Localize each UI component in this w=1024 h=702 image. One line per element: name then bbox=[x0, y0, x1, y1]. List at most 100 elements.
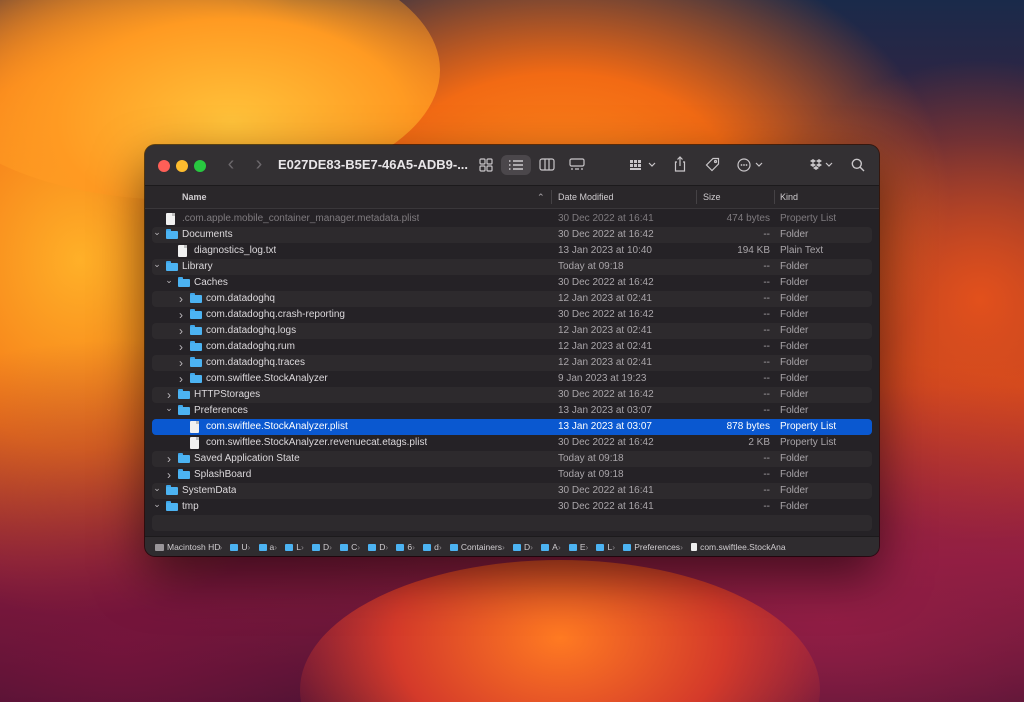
chevron-right-icon[interactable]: › bbox=[176, 339, 186, 355]
path-crumb[interactable]: C bbox=[340, 537, 357, 556]
close-window-button[interactable] bbox=[158, 160, 170, 172]
path-crumb[interactable]: D bbox=[312, 537, 329, 556]
path-crumb[interactable]: D bbox=[368, 537, 385, 556]
file-name: com.swiftlee.StockAnalyzer.revenuecat.et… bbox=[206, 435, 427, 451]
size-column-header[interactable]: Size bbox=[703, 186, 721, 208]
file-row[interactable]: diagnostics_log.txt13 Jan 2023 at 10:401… bbox=[152, 243, 872, 259]
kind-column-header[interactable]: Kind bbox=[780, 186, 798, 208]
path-crumb[interactable]: L bbox=[596, 537, 612, 556]
file-kind: Folder bbox=[780, 323, 808, 339]
file-kind: Folder bbox=[780, 467, 808, 483]
file-kind: Folder bbox=[780, 339, 808, 355]
folder-row[interactable]: ›com.swiftlee.StockAnalyzer9 Jan 2023 at… bbox=[152, 371, 872, 387]
chevron-right-icon[interactable]: › bbox=[164, 467, 174, 483]
file-size: -- bbox=[707, 499, 770, 515]
chevron-right-icon[interactable]: › bbox=[176, 307, 186, 323]
path-separator-icon: › bbox=[248, 537, 251, 556]
folder-icon bbox=[190, 373, 202, 383]
date-modified: 30 Dec 2022 at 16:41 bbox=[558, 483, 654, 499]
date-modified-column-header[interactable]: Date Modified bbox=[558, 186, 614, 208]
folder-row[interactable]: ›com.datadoghq.crash-reporting30 Dec 202… bbox=[152, 307, 872, 323]
path-crumb[interactable]: L bbox=[285, 537, 301, 556]
path-crumb[interactable]: Containers bbox=[450, 537, 502, 556]
file-size: -- bbox=[707, 467, 770, 483]
path-crumb[interactable]: Macintosh HD bbox=[155, 537, 220, 556]
chevron-left-icon[interactable]: ‹ bbox=[223, 154, 239, 174]
sort-chevron-icon[interactable]: ⌃ bbox=[537, 186, 545, 208]
folder-icon bbox=[312, 544, 320, 551]
name-column-header[interactable]: Name bbox=[182, 186, 207, 208]
grid-view-icon[interactable] bbox=[475, 155, 497, 175]
path-crumb[interactable]: D bbox=[513, 537, 530, 556]
chevron-down-icon[interactable]: ⌄ bbox=[152, 496, 162, 512]
folder-row[interactable]: ⌄Caches30 Dec 2022 at 16:42--Folder bbox=[152, 275, 872, 291]
path-crumb-label: Preferences bbox=[634, 542, 680, 552]
date-modified: Today at 09:18 bbox=[558, 451, 624, 467]
folder-row[interactable]: ⌄Documents30 Dec 2022 at 16:42--Folder bbox=[152, 227, 872, 243]
path-separator-icon: › bbox=[439, 537, 442, 556]
path-crumb[interactable]: d bbox=[423, 537, 439, 556]
folder-row[interactable]: ›HTTPStorages30 Dec 2022 at 16:42--Folde… bbox=[152, 387, 872, 403]
path-crumb[interactable]: A bbox=[541, 537, 558, 556]
path-crumb[interactable]: a bbox=[259, 537, 275, 556]
folder-icon bbox=[178, 389, 190, 399]
chevron-right-icon[interactable]: › bbox=[176, 323, 186, 339]
chevron-right-icon[interactable]: › bbox=[164, 451, 174, 467]
folder-row[interactable]: ⌄SystemData30 Dec 2022 at 16:41--Folder bbox=[152, 483, 872, 499]
path-crumb[interactable]: com.swiftlee.StockAna bbox=[691, 537, 786, 556]
folder-row[interactable]: ›com.datadoghq.logs12 Jan 2023 at 02:41-… bbox=[152, 323, 872, 339]
folder-icon bbox=[190, 325, 202, 335]
folder-row[interactable]: ⌄LibraryToday at 09:18--Folder bbox=[152, 259, 872, 275]
dropbox-icon[interactable] bbox=[806, 155, 836, 175]
chevron-right-icon[interactable]: › bbox=[176, 291, 186, 307]
window-title: E027DE83-B5E7-46A5-ADB9-... bbox=[278, 156, 468, 174]
chevron-down-icon[interactable]: ⌄ bbox=[152, 480, 162, 496]
chevron-right-icon[interactable]: › bbox=[176, 355, 186, 371]
folder-icon bbox=[178, 469, 190, 479]
path-crumb[interactable]: Preferences bbox=[623, 537, 680, 556]
date-modified: 30 Dec 2022 at 16:41 bbox=[558, 499, 654, 515]
file-name: com.swiftlee.StockAnalyzer bbox=[206, 371, 328, 387]
folder-row[interactable]: ›com.datadoghq.traces12 Jan 2023 at 02:4… bbox=[152, 355, 872, 371]
file-row[interactable]: com.swiftlee.StockAnalyzer.revenuecat.et… bbox=[152, 435, 872, 451]
folder-row[interactable]: ›com.datadoghq.rum12 Jan 2023 at 02:41--… bbox=[152, 339, 872, 355]
file-row[interactable]: .com.apple.mobile_container_manager.meta… bbox=[152, 211, 872, 227]
folder-icon bbox=[396, 544, 404, 551]
date-modified: 12 Jan 2023 at 02:41 bbox=[558, 339, 652, 355]
file-row[interactable]: com.swiftlee.StockAnalyzer.plist13 Jan 2… bbox=[152, 419, 872, 435]
folder-row[interactable]: ›Saved Application StateToday at 09:18--… bbox=[152, 451, 872, 467]
file-kind: Folder bbox=[780, 307, 808, 323]
column-view-icon[interactable] bbox=[536, 155, 558, 175]
path-crumb[interactable]: U bbox=[230, 537, 247, 556]
chevron-right-icon[interactable]: › bbox=[176, 371, 186, 387]
file-size: -- bbox=[707, 339, 770, 355]
chevron-down-icon[interactable]: ⌄ bbox=[152, 256, 162, 272]
group-icon[interactable] bbox=[627, 155, 659, 175]
more-icon[interactable] bbox=[735, 155, 767, 175]
zoom-window-button[interactable] bbox=[194, 160, 206, 172]
chevron-down-icon[interactable]: ⌄ bbox=[164, 400, 174, 416]
folder-row[interactable]: ⌄tmp30 Dec 2022 at 16:41--Folder bbox=[152, 499, 872, 515]
file-kind: Folder bbox=[780, 355, 808, 371]
share-icon[interactable] bbox=[671, 155, 689, 175]
path-separator-icon: › bbox=[385, 537, 388, 556]
folder-icon bbox=[190, 341, 202, 351]
folder-icon bbox=[285, 544, 293, 551]
file-size: -- bbox=[707, 387, 770, 403]
folder-row[interactable]: ⌄Preferences13 Jan 2023 at 03:07--Folder bbox=[152, 403, 872, 419]
tag-icon[interactable] bbox=[702, 155, 722, 175]
folder-row[interactable]: ›SplashBoardToday at 09:18--Folder bbox=[152, 467, 872, 483]
chevron-down-icon[interactable]: ⌄ bbox=[164, 272, 174, 288]
list-view-icon[interactable] bbox=[501, 155, 531, 175]
path-crumb[interactable]: 6 bbox=[396, 537, 412, 556]
date-modified: 12 Jan 2023 at 02:41 bbox=[558, 323, 652, 339]
search-icon[interactable] bbox=[848, 155, 868, 175]
file-size: -- bbox=[707, 371, 770, 387]
gallery-view-icon[interactable] bbox=[566, 155, 588, 175]
path-bar: Macintosh HD›U›a›L›D›C›D›6›d›Containers›… bbox=[145, 536, 879, 556]
path-crumb[interactable]: E bbox=[569, 537, 586, 556]
minimize-window-button[interactable] bbox=[176, 160, 188, 172]
chevron-down-icon[interactable]: ⌄ bbox=[152, 224, 162, 240]
folder-row[interactable]: ›com.datadoghq12 Jan 2023 at 02:41--Fold… bbox=[152, 291, 872, 307]
chevron-right-icon[interactable]: › bbox=[251, 154, 267, 174]
